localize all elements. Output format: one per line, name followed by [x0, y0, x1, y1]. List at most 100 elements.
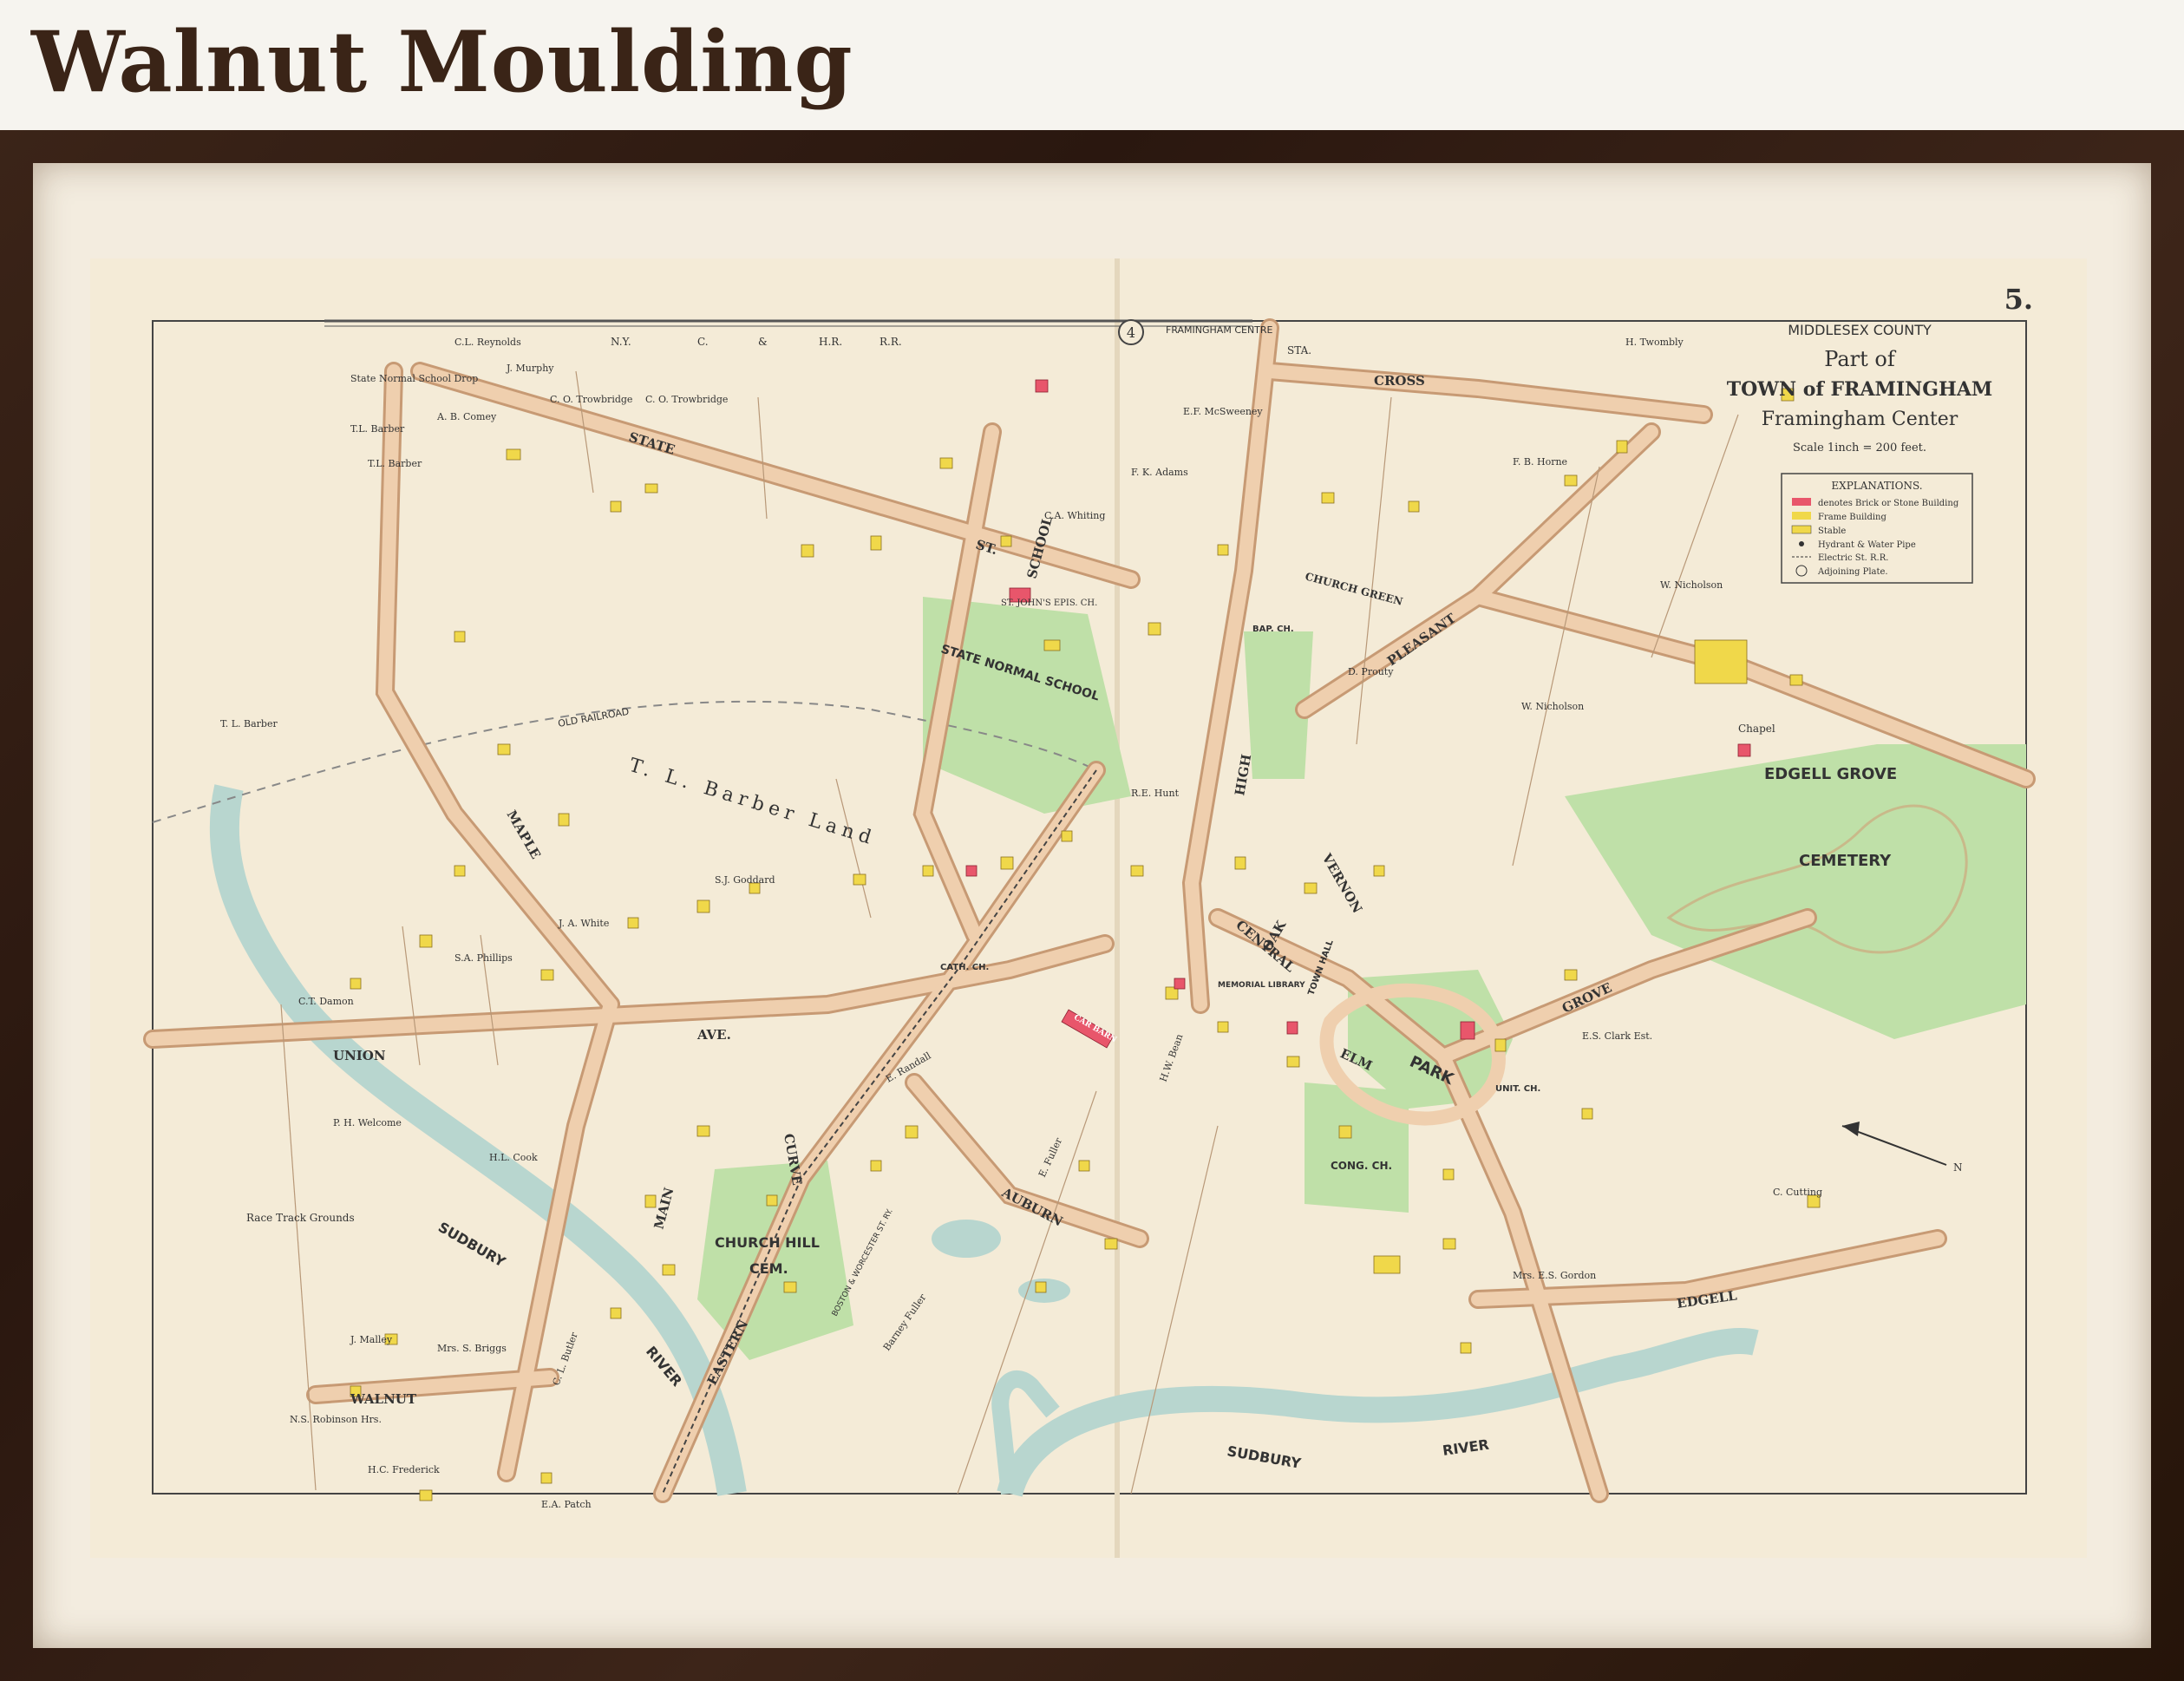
owner-label: Mrs. E.S. Gordon	[1513, 1270, 1596, 1281]
river-label-east: RIVER	[1442, 1436, 1490, 1459]
rr-label-c: C.	[697, 336, 709, 348]
owner-label: J. A. White	[558, 918, 609, 929]
pond-1	[932, 1220, 1001, 1258]
owner-label: E.S. Clark Est.	[1582, 1030, 1652, 1042]
walnut-frame: 4 N 5. MIDDLESEX COUNTY Part of TOWN of …	[0, 130, 2184, 1681]
legend-swatch-brick	[1792, 498, 1811, 506]
rr-label-hr: H.R.	[819, 336, 842, 348]
north-arrow-head	[1842, 1122, 1860, 1136]
owner-label: C. Cutting	[1773, 1187, 1822, 1198]
legend-swatch-hydrant	[1799, 541, 1804, 546]
map-title-line2: TOWN of FRAMINGHAM	[1727, 378, 1993, 401]
edgell-grove-cemetery	[1565, 744, 2026, 1039]
owner-labels: T.L. Barber T.L. Barber T. L. Barber C. …	[220, 337, 1822, 1510]
chapel-label: Chapel	[1738, 723, 1775, 735]
street-label-cross: CROSS	[1374, 373, 1425, 389]
cemetery-label: CEMETERY	[1799, 852, 1892, 870]
owner-label: E.A. Patch	[541, 1499, 592, 1510]
rr-label-rr: R.R.	[879, 336, 902, 348]
owner-label: H.C. Frederick	[368, 1464, 440, 1475]
owner-label: W. Nicholson	[1521, 701, 1584, 712]
owner-label: C.T. Damon	[298, 996, 354, 1007]
owner-label: W. Nicholson	[1660, 579, 1723, 591]
adjoining-plate-number: 4	[1127, 324, 1135, 341]
owner-label: E. Fuller	[1036, 1135, 1065, 1179]
owner-label: C.L. Reynolds	[454, 337, 521, 348]
street-label-high: HIGH	[1232, 753, 1254, 797]
legend-label: Frame Building	[1818, 513, 1886, 522]
owner-label: H.W. Bean	[1158, 1032, 1186, 1083]
owner-label: F. B. Horne	[1513, 456, 1567, 468]
owner-label: C. O. Trowbridge	[550, 394, 632, 405]
rr-label-amp: &	[758, 336, 768, 348]
old-railroad-label: OLD RAILROAD	[557, 706, 630, 729]
owner-label: F. K. Adams	[1131, 467, 1188, 478]
street-label-main: MAIN	[651, 1186, 677, 1231]
legend-label: denotes Brick or Stone Building	[1818, 499, 1959, 508]
cemetery-abbrev-label: CEM.	[749, 1260, 788, 1277]
street-label-church-green: CHURCH GREEN	[1304, 570, 1404, 608]
street-label-union: UNION	[333, 1048, 386, 1063]
street-label-walnut: WALNUT	[350, 1391, 417, 1407]
sudbury-label-west: SUDBURY	[435, 1219, 508, 1271]
legend-label: Stable	[1818, 527, 1846, 536]
legend-label: Adjoining Plate.	[1817, 567, 1888, 577]
legend-items: denotes Brick or Stone Building Frame Bu…	[1791, 498, 1959, 577]
map-title-line1: Part of	[1824, 347, 1897, 371]
owner-label: C. L. Butler	[551, 1331, 580, 1387]
north-label: N	[1953, 1161, 1963, 1174]
owner-label: J. Murphy	[506, 363, 554, 374]
sudbury-river-east	[997, 1328, 1759, 1498]
owner-label: T.L. Barber	[350, 423, 405, 435]
map-title-line3: Framingham Center	[1762, 409, 1958, 430]
mat-board: 4 N 5. MIDDLESEX COUNTY Part of TOWN of …	[33, 163, 2151, 1648]
legend-swatch-adjoining	[1795, 565, 1808, 577]
owner-label: C. O. Trowbridge	[645, 394, 728, 405]
map-scale: Scale 1inch = 200 feet.	[1793, 442, 1926, 455]
owner-label: D. Prouty	[1348, 666, 1394, 677]
cath-church-label: CATH. CH.	[940, 963, 989, 972]
owner-label: A. B. Comey	[436, 411, 497, 422]
church-hill-label: CHURCH HILL	[715, 1234, 820, 1251]
owner-label: T. L. Barber	[220, 718, 278, 729]
owner-label: Mrs. S. Briggs	[437, 1343, 507, 1354]
memorial-library-label: MEMORIAL LIBRARY	[1218, 981, 1305, 990]
owner-label: T.L. Barber	[368, 458, 422, 469]
street-label-vernon: VERNON	[1318, 850, 1365, 916]
county-label: MIDDLESEX COUNTY	[1788, 322, 1932, 338]
owner-label: S.J. Goddard	[715, 874, 775, 886]
edgell-grove-label: EDGELL GROVE	[1764, 765, 1897, 783]
street-label-maple: MAPLE	[504, 808, 544, 861]
framingham-centre-label: FRAMINGHAM CENTRE	[1166, 324, 1273, 336]
owner-label: H. Twombly	[1625, 337, 1684, 348]
st-johns-label: ST. JOHN'S EPIS. CH.	[1001, 598, 1097, 608]
legend-swatch-stable	[1791, 525, 1812, 534]
owner-label: N.S. Robinson Hrs.	[290, 1414, 382, 1425]
plate-number: 5.	[2004, 283, 2033, 316]
owner-label: H.L. Cook	[489, 1152, 538, 1163]
station-label: STA.	[1287, 344, 1311, 356]
owner-label: Barney Fuller	[881, 1292, 929, 1353]
unit-church-label: UNIT. CH.	[1495, 1084, 1540, 1094]
owner-label: J. Malley	[350, 1334, 393, 1345]
owner-label: P. H. Welcome	[333, 1117, 402, 1128]
bap-church-label: BAP. CH.	[1252, 625, 1294, 634]
owner-label: R.E. Hunt	[1131, 788, 1180, 799]
cong-church-label: CONG. CH.	[1331, 1160, 1392, 1172]
rr-label-ny: N.Y.	[611, 336, 631, 348]
owner-label: S.A. Phillips	[454, 952, 513, 964]
legend-swatch-frame	[1792, 512, 1811, 520]
page-header: Walnut Moulding	[0, 0, 2184, 130]
sudbury-label-east: SUDBURY	[1226, 1442, 1302, 1472]
page-title: Walnut Moulding	[31, 13, 853, 111]
map-paper: 4 N 5. MIDDLESEX COUNTY Part of TOWN of …	[90, 258, 2087, 1558]
legend-label: Hydrant & Water Pipe	[1818, 540, 1916, 550]
normal-school-drop-label: State Normal School Drop	[350, 373, 478, 384]
legend-label: Electric St. R.R.	[1818, 553, 1888, 563]
framingham-map: 4 N 5. MIDDLESEX COUNTY Part of TOWN of …	[143, 258, 2036, 1558]
owner-label: C.A. Whiting	[1044, 510, 1105, 521]
street-label-union-ave: AVE.	[696, 1027, 731, 1043]
barber-land-label: T. L. Barber Land	[626, 755, 879, 851]
legend-heading: EXPLANATIONS.	[1831, 480, 1922, 492]
race-track-label: Race Track Grounds	[246, 1212, 355, 1224]
